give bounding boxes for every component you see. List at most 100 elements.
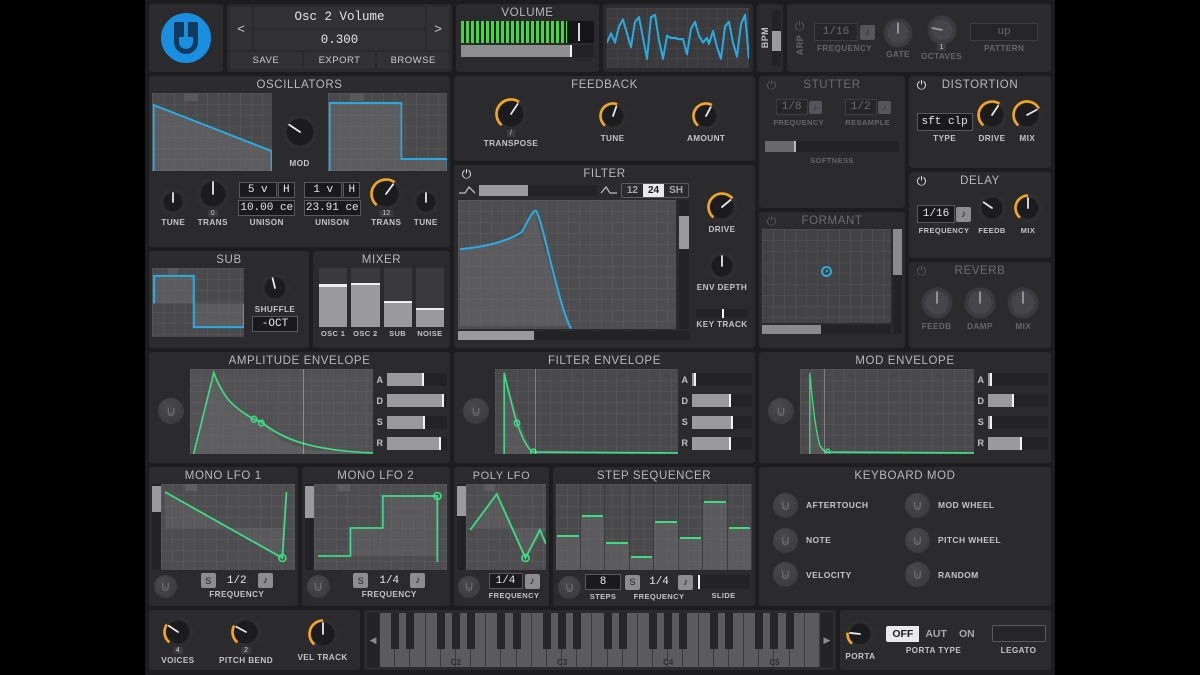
keyboard-mod-source[interactable]: ⊍RANDOM	[905, 559, 1037, 590]
osc1-trans-knob[interactable]: 0	[196, 177, 230, 216]
piano-black-key[interactable]	[573, 613, 581, 649]
amp-env-s-slider[interactable]	[387, 416, 447, 429]
save-button[interactable]: SAVE	[230, 52, 302, 69]
distortion-power-icon[interactable]: ⏻	[915, 79, 928, 92]
mixer-fader-sub[interactable]	[384, 268, 412, 327]
filter-slope-sh[interactable]: SH	[664, 184, 688, 197]
porta-type-on[interactable]: ON	[953, 626, 981, 642]
arp-gate-knob[interactable]	[883, 18, 913, 48]
formant-v-scrollbar[interactable]	[893, 229, 902, 334]
porta-type-off[interactable]: OFF	[886, 626, 919, 642]
keyboard-mod-source[interactable]: ⊍VELOCITY	[773, 559, 905, 590]
legato-toggle[interactable]	[992, 625, 1046, 642]
arp-octaves-knob[interactable]: 1	[927, 15, 957, 50]
formant-xy-pad[interactable]	[762, 229, 891, 323]
piano-black-key[interactable]	[558, 613, 566, 649]
sequencer-step[interactable]	[703, 484, 728, 570]
piano-black-key[interactable]	[604, 613, 612, 649]
step-sequencer-sync-button[interactable]: S	[625, 575, 640, 590]
piano-black-key[interactable]	[467, 613, 475, 649]
piano-black-key[interactable]	[543, 613, 551, 649]
formant-h-scrollbar[interactable]	[762, 325, 891, 334]
amp-env-r-slider[interactable]	[387, 437, 447, 450]
amp-env-a-slider[interactable]	[387, 373, 447, 386]
export-button[interactable]: EXPORT	[304, 52, 376, 69]
keyboard-mod-source[interactable]: ⊍AFTERTOUCH	[773, 490, 905, 521]
filter-env-a-slider[interactable]	[692, 373, 752, 386]
piano-black-key[interactable]	[649, 613, 657, 649]
filter-slope-24[interactable]: 24	[643, 184, 664, 197]
osc2-unison-detune[interactable]: 23.91 ce	[304, 200, 361, 216]
step-sequencer-display[interactable]	[556, 484, 752, 570]
filter-env-d-slider[interactable]	[692, 394, 752, 407]
filter-env-r-slider[interactable]	[692, 437, 752, 450]
keyboard-mod-button[interactable]: ⊍	[905, 528, 930, 553]
mixer-fader-noise[interactable]	[416, 268, 444, 327]
distortion-drive-knob[interactable]	[976, 99, 1008, 131]
keyboard-mod-button[interactable]: ⊍	[773, 493, 798, 518]
mono-lfo2-mod-source-button[interactable]: ⊍	[307, 575, 330, 598]
osc2-trans-knob[interactable]: 12	[369, 177, 403, 216]
mod-env-mod-source-button[interactable]: ⊍	[768, 398, 794, 424]
mod-env-a-slider[interactable]	[988, 373, 1048, 386]
osc-mod-knob[interactable]	[282, 114, 318, 150]
osc1-tune-knob[interactable]	[159, 188, 187, 216]
distortion-mix-knob[interactable]	[1011, 99, 1043, 131]
delay-feedb-knob[interactable]	[977, 193, 1007, 223]
stutter-softness-slider[interactable]	[765, 141, 899, 152]
formant-power-icon[interactable]: ⏻	[765, 215, 778, 228]
poly-lfo-frequency-value[interactable]: 1/4	[489, 573, 523, 589]
filter-cutoff-slider[interactable]	[458, 331, 689, 341]
sub-octave-value[interactable]: -OCT	[252, 316, 298, 332]
mod-env-s-slider[interactable]	[988, 416, 1048, 429]
delay-power-icon[interactable]: ⏻	[915, 175, 928, 188]
step-sequencer-note-icon[interactable]: ♪	[678, 575, 693, 590]
filter-env-display[interactable]	[495, 369, 678, 454]
mono-lfo1-sync-button[interactable]: S	[201, 573, 216, 588]
osc1-unison-detune[interactable]: 10.00 ce	[238, 200, 295, 216]
filter-env-depth-knob[interactable]	[707, 251, 737, 281]
keyboard-scroll-left-icon[interactable]: ◀	[367, 613, 379, 667]
step-sequencer-frequency-value[interactable]: 1/4	[642, 575, 676, 589]
piano-black-key[interactable]	[664, 613, 672, 649]
arp-frequency-value[interactable]: 1/16	[814, 23, 858, 41]
reverb-damp-knob[interactable]	[964, 287, 996, 319]
filter-key-track-slider[interactable]	[696, 309, 748, 318]
reverb-mix-knob[interactable]	[1007, 287, 1039, 319]
step-sequencer-steps-value[interactable]: 8	[585, 574, 621, 590]
piano-black-key[interactable]	[406, 613, 414, 649]
step-sequencer-slide-slider[interactable]	[697, 575, 750, 589]
reverb-power-icon[interactable]: ⏻	[915, 265, 928, 278]
sequencer-step[interactable]	[679, 484, 704, 570]
piano-black-key[interactable]	[786, 613, 794, 649]
piano-black-key[interactable]	[513, 613, 521, 649]
bpm-slider[interactable]	[772, 10, 781, 66]
delay-frequency-note-icon[interactable]: ♪	[956, 207, 971, 222]
stutter-power-icon[interactable]: ⏻	[765, 79, 778, 92]
keyboard-mod-source[interactable]: ⊍PITCH WHEEL	[905, 525, 1037, 556]
piano-black-key[interactable]	[710, 613, 718, 649]
sequencer-step[interactable]	[728, 484, 753, 570]
filter-response-display[interactable]	[458, 200, 676, 328]
formant-point-icon[interactable]	[821, 266, 832, 277]
porta-knob[interactable]	[845, 619, 875, 649]
stutter-resample-value[interactable]: 1/2	[845, 99, 877, 115]
piano-white-key[interactable]	[805, 613, 820, 667]
mono-lfo1-frequency-value[interactable]: 1/2	[218, 574, 256, 588]
piano-black-key[interactable]	[497, 613, 505, 649]
pitch-bend-knob[interactable]: 2	[230, 616, 262, 653]
sequencer-step[interactable]	[605, 484, 630, 570]
delay-mix-knob[interactable]	[1013, 193, 1043, 223]
filter-blend-slider[interactable]	[479, 185, 597, 196]
prev-patch-button[interactable]: <	[230, 7, 252, 50]
piano-black-key[interactable]	[725, 613, 733, 649]
voices-knob[interactable]: 4	[162, 616, 194, 653]
step-sequencer-mod-source-button[interactable]: ⊍	[558, 576, 581, 599]
mono-lfo2-amount-slider[interactable]	[305, 484, 314, 570]
sequencer-step[interactable]	[630, 484, 655, 570]
osc1-wave-display[interactable]	[152, 93, 272, 171]
piano-black-key[interactable]	[452, 613, 460, 649]
filter-env-mod-source-button[interactable]: ⊍	[463, 398, 489, 424]
amp-env-display[interactable]	[190, 369, 373, 454]
sequencer-step[interactable]	[581, 484, 606, 570]
